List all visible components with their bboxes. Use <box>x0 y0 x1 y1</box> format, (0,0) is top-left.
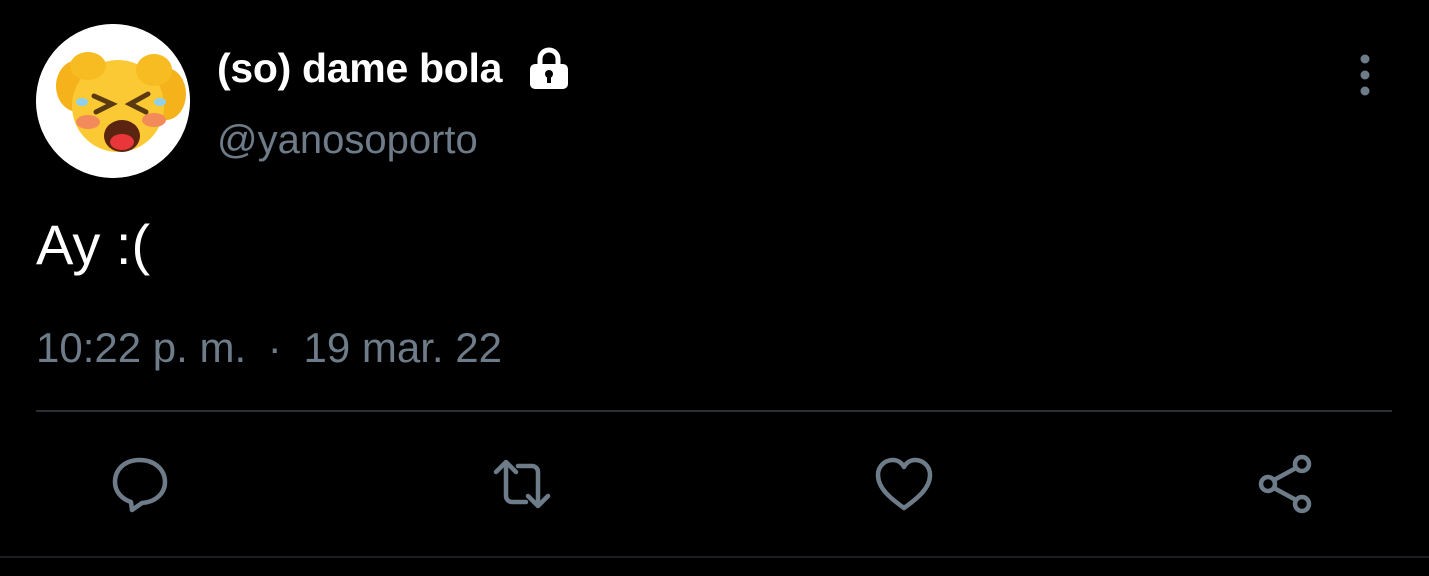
timestamp[interactable]: 10:22 p. m. · 19 mar. 22 <box>36 324 502 372</box>
user-handle[interactable]: @yanosoporto <box>217 118 478 163</box>
retweet-icon <box>493 459 551 509</box>
lock-icon <box>526 45 572 91</box>
share-icon <box>1258 454 1312 514</box>
tweet-date: 19 mar. 22 <box>303 324 502 371</box>
retweet-button[interactable] <box>490 452 554 516</box>
heart-icon <box>875 457 933 511</box>
more-vertical-icon <box>1360 54 1370 96</box>
tweet-detail: (so) dame bola @yanosoporto Ay :( 10:22 … <box>0 0 1429 576</box>
bottom-divider <box>0 556 1429 558</box>
divider <box>36 410 1392 412</box>
avatar-image <box>36 24 190 178</box>
display-name-row: (so) dame bola <box>217 40 572 96</box>
tweet-time: 10:22 p. m. <box>36 324 247 371</box>
reply-button[interactable] <box>108 452 172 516</box>
timestamp-separator: · <box>267 324 282 371</box>
like-button[interactable] <box>872 452 936 516</box>
avatar[interactable] <box>36 24 190 178</box>
share-button[interactable] <box>1254 452 1318 516</box>
more-options-button[interactable] <box>1345 52 1385 98</box>
display-name[interactable]: (so) dame bola <box>217 45 502 92</box>
tweet-text: Ay :( <box>36 213 151 276</box>
reply-icon <box>112 457 168 513</box>
